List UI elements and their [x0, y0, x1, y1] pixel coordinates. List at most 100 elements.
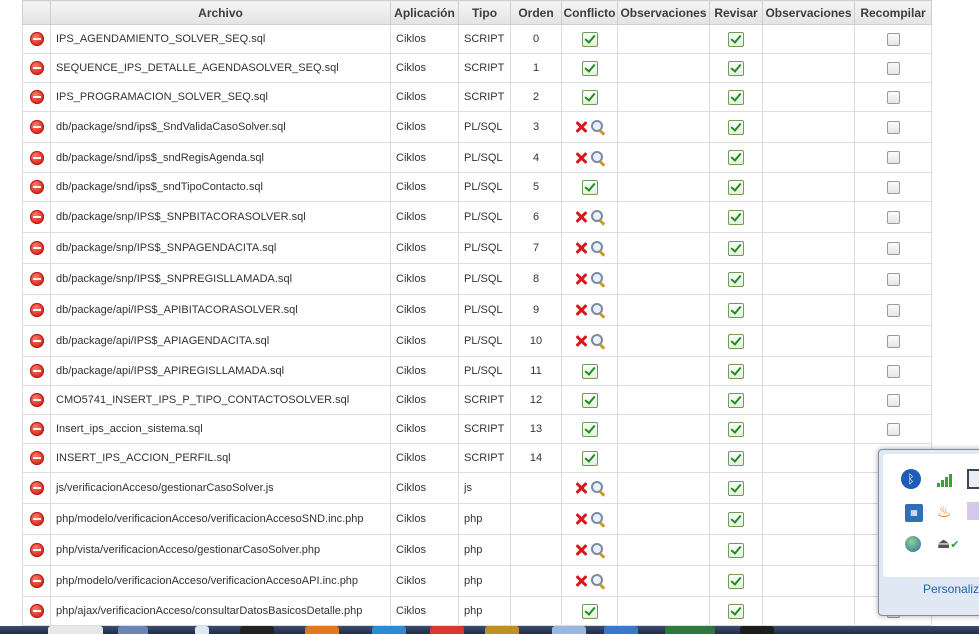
remove-icon[interactable] — [29, 303, 44, 317]
recompilar-checkbox[interactable] — [886, 180, 900, 194]
magnifier-icon[interactable] — [590, 210, 605, 224]
observaciones-cell[interactable] — [762, 294, 855, 326]
usb-safe-remove-icon[interactable]: ⏏✔ — [937, 536, 959, 556]
taskbar-button[interactable] — [485, 626, 519, 634]
recompilar-checkbox[interactable] — [886, 364, 900, 378]
magnifier-icon[interactable] — [590, 481, 605, 495]
checkmark-icon[interactable] — [728, 363, 744, 379]
checkmark-icon[interactable] — [728, 333, 744, 349]
observaciones-cell[interactable] — [617, 596, 710, 626]
taskbar-button[interactable] — [372, 626, 406, 634]
remove-icon[interactable] — [29, 241, 44, 255]
checkmark-icon[interactable] — [728, 271, 744, 287]
col-observaciones-2[interactable]: Observaciones — [762, 0, 855, 25]
recompilar-checkbox[interactable] — [886, 32, 900, 46]
col-aplicacion[interactable]: Aplicación — [390, 0, 459, 25]
taskbar-button[interactable] — [305, 626, 339, 634]
col-revisar[interactable]: Revisar — [709, 0, 763, 25]
observaciones-cell[interactable] — [617, 534, 710, 566]
magnifier-icon[interactable] — [590, 150, 605, 165]
checkmark-icon[interactable] — [728, 240, 744, 256]
remove-icon[interactable] — [29, 364, 44, 378]
remove-icon[interactable] — [29, 90, 44, 104]
remove-icon[interactable] — [29, 451, 44, 465]
magnifier-icon[interactable] — [590, 334, 605, 348]
checkmark-icon[interactable] — [728, 511, 744, 527]
magnifier-icon[interactable] — [590, 120, 605, 134]
checkmark-icon[interactable] — [728, 573, 744, 589]
remove-icon[interactable] — [29, 210, 44, 224]
taskbar-button[interactable] — [740, 626, 774, 634]
magnifier-icon[interactable] — [590, 574, 605, 588]
signal-icon[interactable] — [935, 469, 955, 489]
observaciones-cell[interactable] — [762, 201, 855, 233]
customize-link[interactable]: Personaliza — [923, 582, 979, 596]
observaciones-cell[interactable] — [617, 294, 710, 326]
checkmark-icon[interactable] — [728, 421, 744, 437]
taskbar-button[interactable] — [552, 626, 586, 634]
observaciones-cell[interactable] — [762, 503, 855, 535]
remove-icon[interactable] — [29, 604, 44, 618]
col-orden[interactable]: Orden — [510, 0, 562, 25]
recompilar-checkbox[interactable] — [886, 210, 900, 224]
network-icon[interactable] — [967, 469, 979, 489]
taskbar-button[interactable] — [665, 626, 715, 634]
checkmark-icon[interactable] — [728, 89, 744, 105]
recompilar-checkbox[interactable] — [886, 393, 900, 407]
pen-icon[interactable] — [967, 502, 979, 520]
remove-icon[interactable] — [29, 512, 44, 526]
observaciones-cell[interactable] — [617, 263, 710, 295]
observaciones-cell[interactable] — [762, 596, 855, 626]
observaciones-cell[interactable] — [617, 414, 710, 444]
observaciones-cell[interactable] — [617, 172, 710, 202]
checkmark-icon[interactable] — [728, 31, 744, 47]
observaciones-cell[interactable] — [617, 142, 710, 173]
recompilar-checkbox[interactable] — [886, 303, 900, 317]
observaciones-cell[interactable] — [617, 443, 710, 473]
observaciones-cell[interactable] — [762, 534, 855, 566]
bluetooth-icon[interactable]: ᛒ — [901, 469, 921, 489]
observaciones-cell[interactable] — [617, 503, 710, 535]
remove-icon[interactable] — [29, 543, 44, 557]
magnifier-icon[interactable] — [590, 272, 605, 286]
recompilar-checkbox[interactable] — [886, 61, 900, 75]
taskbar-button[interactable] — [195, 626, 209, 634]
observaciones-cell[interactable] — [617, 565, 710, 597]
observaciones-cell[interactable] — [762, 172, 855, 202]
taskbar-button[interactable] — [240, 626, 274, 634]
observaciones-cell[interactable] — [617, 385, 710, 415]
col-archivo[interactable]: Archivo — [50, 0, 391, 25]
observaciones-cell[interactable] — [617, 111, 710, 143]
checkmark-icon[interactable] — [728, 480, 744, 496]
taskbar-button[interactable] — [48, 626, 103, 634]
checkmark-icon[interactable] — [728, 150, 744, 165]
recompilar-checkbox[interactable] — [886, 151, 900, 164]
checkmark-icon[interactable] — [728, 542, 744, 558]
col-conflicto[interactable]: Conflicto — [561, 0, 618, 25]
remove-icon[interactable] — [29, 180, 44, 194]
checkmark-icon[interactable] — [728, 302, 744, 318]
observaciones-cell[interactable] — [762, 142, 855, 173]
observaciones-cell[interactable] — [617, 356, 710, 386]
remove-icon[interactable] — [29, 61, 44, 75]
observaciones-cell[interactable] — [762, 565, 855, 597]
magnifier-icon[interactable] — [590, 543, 605, 557]
recompilar-checkbox[interactable] — [886, 334, 900, 348]
observaciones-cell[interactable] — [762, 414, 855, 444]
remove-icon[interactable] — [29, 422, 44, 436]
observaciones-cell[interactable] — [617, 232, 710, 264]
remove-icon[interactable] — [29, 150, 44, 165]
checkmark-icon[interactable] — [728, 392, 744, 408]
col-recompilar[interactable]: Recompilar — [854, 0, 932, 25]
remove-icon[interactable] — [29, 393, 44, 407]
remove-icon[interactable] — [29, 574, 44, 588]
recompilar-checkbox[interactable] — [886, 422, 900, 436]
checkmark-icon[interactable] — [728, 60, 744, 76]
taskbar-button[interactable] — [604, 626, 638, 634]
taskbar-button[interactable] — [118, 626, 148, 634]
checkmark-icon[interactable] — [728, 119, 744, 135]
globe-icon[interactable] — [905, 536, 921, 552]
magnifier-icon[interactable] — [590, 303, 605, 317]
col-tipo[interactable]: Tipo — [458, 0, 511, 25]
observaciones-cell[interactable] — [617, 201, 710, 233]
